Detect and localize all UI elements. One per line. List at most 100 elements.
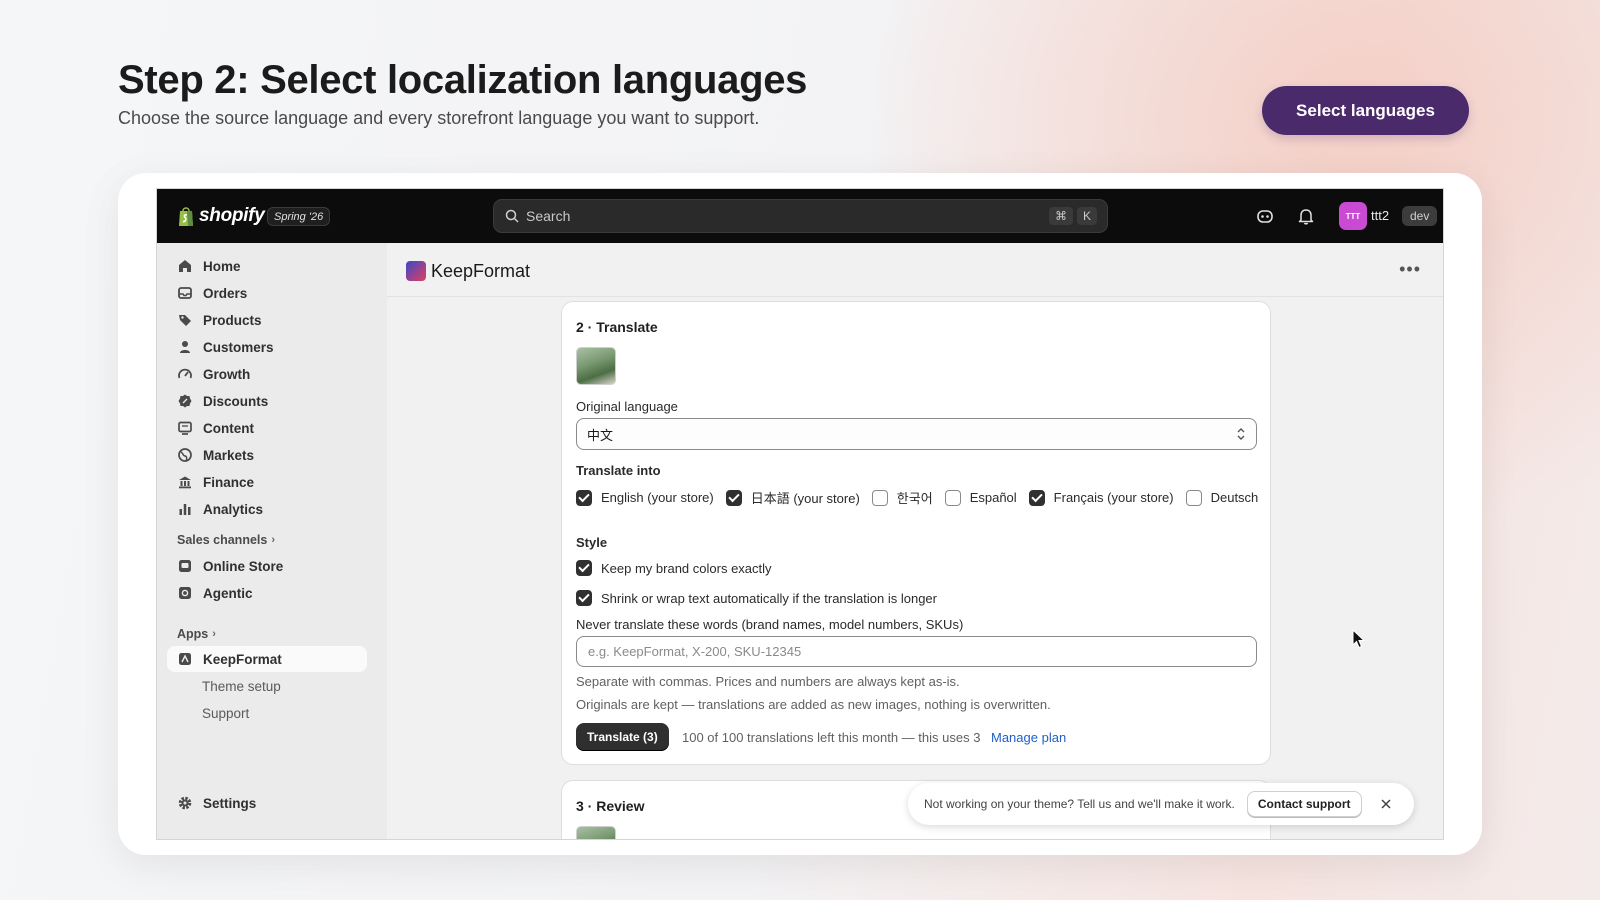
language-option-english[interactable]: English (your store) bbox=[576, 489, 714, 506]
style-label: Style bbox=[576, 535, 608, 550]
shopify-admin-window: shopify Spring '26 Search ⌘ K TTT ttt2 d… bbox=[156, 188, 1444, 840]
translate-card-title: 2 · Translate bbox=[576, 319, 658, 335]
app-title: KeepFormat bbox=[431, 261, 531, 281]
keepformat-app-icon bbox=[179, 653, 191, 665]
sidekick-icon[interactable] bbox=[1255, 206, 1275, 226]
language-option-german[interactable]: Deutsch bbox=[1185, 489, 1259, 506]
close-icon[interactable] bbox=[1380, 798, 1392, 810]
sidebar-item-label: Content bbox=[203, 420, 254, 436]
checkbox[interactable] bbox=[725, 489, 742, 506]
contact-support-button[interactable]: Contact support bbox=[1246, 791, 1362, 817]
mouse-cursor-icon bbox=[1352, 629, 1366, 649]
sidebar-item-label: Analytics bbox=[203, 501, 264, 517]
checkbox[interactable] bbox=[871, 489, 888, 506]
quota-text: 100 of 100 translations left this month … bbox=[682, 730, 981, 745]
chevron-right-icon: › bbox=[212, 628, 216, 640]
style-option-brand-colors[interactable]: Keep my brand colors exactly bbox=[576, 560, 772, 576]
person-icon bbox=[180, 341, 190, 353]
translate-card: 2 · Translate Original language 中文 Trans… bbox=[561, 301, 1271, 765]
content-icon bbox=[178, 421, 192, 435]
sidebar-item-label: Agentic bbox=[203, 585, 253, 601]
search-placeholder: Search bbox=[526, 208, 571, 224]
checkbox[interactable] bbox=[576, 489, 592, 506]
sidebar-item-online-store[interactable]: Online Store bbox=[167, 553, 367, 579]
sidebar-item-discounts[interactable]: Discounts bbox=[167, 388, 367, 414]
sidebar-item-settings[interactable]: Settings bbox=[167, 790, 367, 816]
sidebar-item-markets[interactable]: Markets bbox=[167, 442, 367, 468]
checkbox[interactable] bbox=[944, 489, 961, 506]
original-language-label: Original language bbox=[576, 399, 678, 414]
bank-icon bbox=[179, 476, 191, 489]
sidebar-item-label: Markets bbox=[203, 447, 255, 463]
agentic-icon bbox=[179, 587, 191, 599]
tag-icon bbox=[179, 315, 191, 326]
never-translate-label: Never translate these words (brand names… bbox=[576, 617, 964, 632]
never-translate-input[interactable] bbox=[576, 636, 1257, 667]
home-icon bbox=[179, 260, 191, 272]
style-option-label: Keep my brand colors exactly bbox=[601, 560, 772, 576]
language-label: Deutsch bbox=[1210, 490, 1259, 505]
main-content: KeepFormat ••• 2 · Translate Original la… bbox=[387, 243, 1443, 839]
keepformat-logo-icon bbox=[406, 261, 426, 281]
more-actions-icon[interactable]: ••• bbox=[1399, 259, 1421, 280]
language-option-korean[interactable]: 한국어 bbox=[871, 488, 933, 507]
sidebar-item-label: KeepFormat bbox=[203, 651, 282, 667]
chevron-right-icon: › bbox=[271, 534, 275, 546]
globe-icon bbox=[178, 448, 192, 462]
checkbox[interactable] bbox=[1185, 489, 1202, 506]
checkbox[interactable] bbox=[576, 560, 592, 576]
store-icon bbox=[179, 560, 191, 572]
language-option-japanese[interactable]: 日本語 (your store) bbox=[725, 488, 860, 507]
language-label: English (your store) bbox=[601, 490, 714, 505]
sidebar-subitem-support[interactable]: Support bbox=[202, 706, 249, 721]
page-subtitle: Choose the source language and every sto… bbox=[118, 108, 760, 128]
search-icon bbox=[505, 209, 519, 223]
sidebar-item-growth[interactable]: Growth bbox=[167, 361, 367, 387]
store-name[interactable]: ttt2 bbox=[1371, 208, 1389, 223]
sidebar-item-label: Customers bbox=[203, 339, 274, 355]
checkbox[interactable] bbox=[1028, 489, 1045, 506]
original-language-value: 中文 bbox=[587, 427, 614, 443]
sidebar-subitem-theme-setup[interactable]: Theme setup bbox=[202, 679, 281, 694]
language-option-french[interactable]: Français (your store) bbox=[1028, 489, 1174, 506]
sidebar-item-products[interactable]: Products bbox=[167, 307, 367, 333]
sidebar-item-agentic[interactable]: Agentic bbox=[167, 580, 367, 606]
avatar[interactable]: TTT bbox=[1339, 202, 1367, 230]
apps-header[interactable]: Apps › bbox=[177, 627, 216, 641]
sidebar-item-orders[interactable]: Orders bbox=[167, 280, 367, 306]
sidebar-item-content[interactable]: Content bbox=[167, 415, 367, 441]
sidebar: Home Orders Products Customers Growth Di… bbox=[157, 243, 387, 839]
select-languages-button[interactable]: Select languages bbox=[1262, 86, 1469, 135]
sidebar-item-finance[interactable]: Finance bbox=[167, 469, 367, 495]
search-bar[interactable]: Search ⌘ K bbox=[493, 199, 1108, 233]
product-thumbnail[interactable] bbox=[576, 347, 616, 385]
sidebar-item-customers[interactable]: Customers bbox=[167, 334, 367, 360]
checkbox[interactable] bbox=[576, 590, 592, 606]
select-chevron-icon bbox=[1237, 428, 1245, 440]
language-label: Español bbox=[969, 490, 1017, 505]
original-language-select[interactable]: 中文 bbox=[576, 418, 1257, 450]
manage-plan-link[interactable]: Manage plan bbox=[991, 730, 1066, 745]
sales-channels-label: Sales channels bbox=[177, 533, 268, 547]
shopify-logo[interactable]: shopify bbox=[177, 205, 265, 227]
sidebar-item-label: Products bbox=[203, 312, 262, 328]
sales-channels-header[interactable]: Sales channels › bbox=[177, 533, 275, 547]
gauge-icon bbox=[178, 368, 192, 379]
sidebar-item-label: Online Store bbox=[203, 558, 284, 574]
language-option-spanish[interactable]: Español bbox=[944, 489, 1017, 506]
toast-message: Not working on your theme? Tell us and w… bbox=[924, 797, 1235, 811]
language-label: Français (your store) bbox=[1053, 490, 1174, 505]
bell-icon[interactable] bbox=[1296, 206, 1316, 226]
translate-button[interactable]: Translate (3) bbox=[576, 723, 669, 751]
page-title: Step 2: Select localization languages bbox=[118, 58, 808, 102]
sidebar-item-home[interactable]: Home bbox=[167, 253, 367, 279]
bar-chart-icon bbox=[179, 504, 191, 515]
language-label: 한국어 bbox=[896, 491, 933, 506]
sidebar-item-label: Home bbox=[203, 258, 241, 274]
sidebar-item-label: Finance bbox=[203, 474, 255, 490]
sidebar-item-analytics[interactable]: Analytics bbox=[167, 496, 367, 522]
review-thumbnail[interactable] bbox=[576, 826, 616, 839]
discount-icon bbox=[178, 394, 192, 408]
sidebar-item-keepformat[interactable]: KeepFormat bbox=[167, 646, 367, 672]
style-option-auto-shrink[interactable]: Shrink or wrap text automatically if the… bbox=[576, 590, 937, 606]
